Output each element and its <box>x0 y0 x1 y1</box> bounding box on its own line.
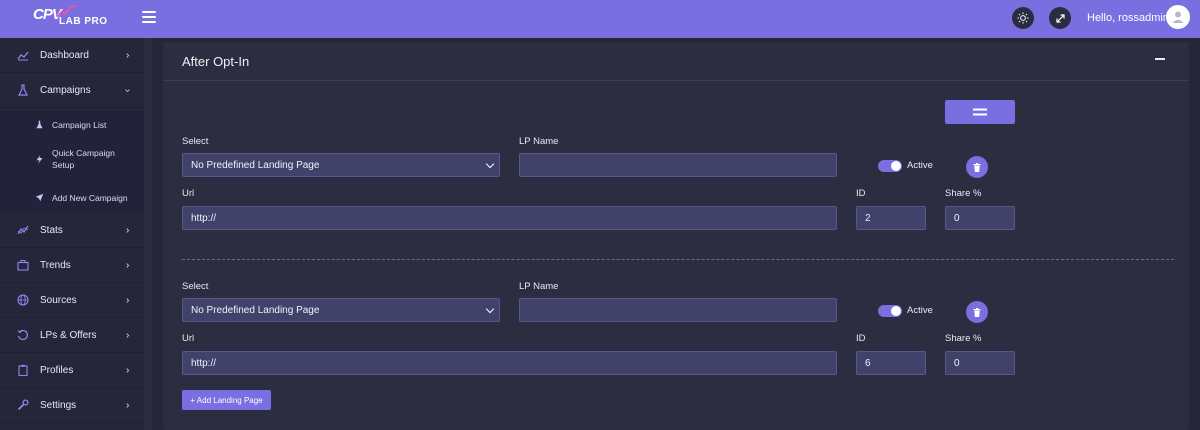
select-label: Select <box>182 136 209 147</box>
row-separator <box>182 259 1174 260</box>
lp-name-label: LP Name <box>519 136 559 147</box>
chevron-right-icon: › <box>126 224 130 236</box>
drag-handle-button[interactable] <box>945 100 1015 124</box>
flask-icon <box>36 120 43 129</box>
delete-button[interactable] <box>966 301 988 323</box>
theme-toggle-button[interactable] <box>1012 7 1034 29</box>
share-input[interactable]: 0 <box>945 206 1015 230</box>
card-title: After Opt-In <box>182 54 250 69</box>
chevron-right-icon: › <box>126 329 130 341</box>
add-landing-page-button[interactable]: + Add Landing Page <box>182 390 271 410</box>
lp-name-input[interactable] <box>519 298 837 322</box>
chevron-right-icon: › <box>126 49 130 61</box>
lp-name-input[interactable] <box>519 153 837 177</box>
history-icon <box>17 329 28 340</box>
briefcase-icon <box>17 260 29 271</box>
menu-toggle-icon[interactable] <box>142 11 156 25</box>
globe-icon <box>17 294 29 306</box>
share-input[interactable]: 0 <box>945 351 1015 375</box>
sidebar-item-trends[interactable]: Trends › <box>0 248 144 283</box>
top-bar: CPV LAB PRO Hello, rossadmin <box>0 0 1200 38</box>
url-label: Url <box>182 188 195 199</box>
after-opt-in-card: After Opt-In Select No Predefined Landin… <box>163 42 1189 430</box>
share-label: Share % <box>945 333 982 344</box>
select-value: No Predefined Landing Page <box>191 304 320 316</box>
sidebar-item-lps-offers[interactable]: LPs & Offers › <box>0 318 144 353</box>
equals-icon <box>973 108 987 116</box>
trash-icon <box>973 307 981 317</box>
id-input[interactable]: 6 <box>856 351 926 375</box>
flask-icon <box>18 84 28 96</box>
landing-page-select[interactable]: No Predefined Landing Page <box>182 153 500 177</box>
select-label: Select <box>182 281 209 292</box>
fullscreen-button[interactable] <box>1049 7 1071 29</box>
sidebar: Dashboard › Campaigns › Campaign List Qu… <box>0 38 144 430</box>
clipboard-icon <box>18 364 28 376</box>
chevron-down-icon: › <box>122 88 134 92</box>
chart-line-icon <box>17 51 29 61</box>
submenu-item-label: Add New Campaign <box>52 193 128 203</box>
id-label: ID <box>856 188 866 199</box>
lp-name-label: LP Name <box>519 281 559 292</box>
logo-lab-pro: LAB PRO <box>59 16 108 27</box>
chevron-right-icon: › <box>126 294 130 306</box>
sidebar-item-settings[interactable]: Settings › <box>0 388 144 423</box>
sidebar-item-stats[interactable]: Stats › <box>0 213 144 248</box>
active-label: Active <box>907 160 933 171</box>
sidebar-item-label: Settings <box>40 399 77 411</box>
expand-icon <box>1055 13 1065 23</box>
chevron-right-icon: › <box>126 364 130 376</box>
submenu-item-campaign-list[interactable]: Campaign List <box>0 118 144 138</box>
trash-icon <box>973 162 981 172</box>
landing-page-select[interactable]: No Predefined Landing Page <box>182 298 500 322</box>
user-icon <box>1172 11 1184 23</box>
sidebar-item-label: LPs & Offers <box>40 329 97 341</box>
sidebar-item-label: Sources <box>40 294 77 306</box>
chevron-down-icon <box>485 304 495 313</box>
url-label: Url <box>182 333 195 344</box>
sidebar-item-label: Dashboard <box>40 49 89 61</box>
id-input[interactable]: 2 <box>856 206 926 230</box>
sidebar-item-label: Campaigns <box>40 84 91 96</box>
url-input[interactable]: http:// <box>182 351 837 375</box>
active-toggle[interactable] <box>878 305 902 317</box>
sidebar-item-campaigns[interactable]: Campaigns › <box>0 73 144 108</box>
share-label: Share % <box>945 188 982 199</box>
trend-icon <box>17 225 29 235</box>
sidebar-item-label: Trends <box>40 259 71 271</box>
chevron-down-icon <box>485 159 495 168</box>
sun-icon <box>1017 12 1029 24</box>
card-divider <box>163 80 1189 81</box>
sidebar-item-dashboard[interactable]: Dashboard › <box>0 38 144 73</box>
submenu-item-add-new-campaign[interactable]: Add New Campaign <box>0 191 144 211</box>
chevron-right-icon: › <box>126 399 130 411</box>
sidebar-item-label: Stats <box>40 224 63 236</box>
submenu-item-label: Quick Campaign Setup <box>52 148 115 170</box>
avatar[interactable] <box>1166 5 1190 29</box>
campaigns-submenu: Campaign List Quick Campaign Setup Add N… <box>0 111 144 213</box>
sidebar-item-profiles[interactable]: Profiles › <box>0 353 144 388</box>
submenu-item-label: Campaign List <box>52 120 107 130</box>
sidebar-item-sources[interactable]: Sources › <box>0 283 144 318</box>
active-toggle[interactable] <box>878 160 902 172</box>
sidebar-item-label: Profiles <box>40 364 74 376</box>
chevron-right-icon: › <box>126 259 130 271</box>
sidebar-scrollbar[interactable] <box>144 38 152 430</box>
submenu-item-quick-campaign-setup[interactable]: Quick Campaign Setup <box>0 147 144 175</box>
wrench-icon <box>17 399 29 411</box>
collapse-icon[interactable] <box>1155 58 1165 60</box>
url-input[interactable]: http:// <box>182 206 837 230</box>
select-value: No Predefined Landing Page <box>191 159 320 171</box>
logo[interactable]: CPV LAB PRO <box>33 5 113 33</box>
active-label: Active <box>907 305 933 316</box>
user-greeting[interactable]: Hello, rossadmin <box>1087 12 1169 24</box>
delete-button[interactable] <box>966 156 988 178</box>
paper-plane-icon <box>35 193 44 202</box>
id-label: ID <box>856 333 866 344</box>
bolt-icon <box>36 155 43 164</box>
